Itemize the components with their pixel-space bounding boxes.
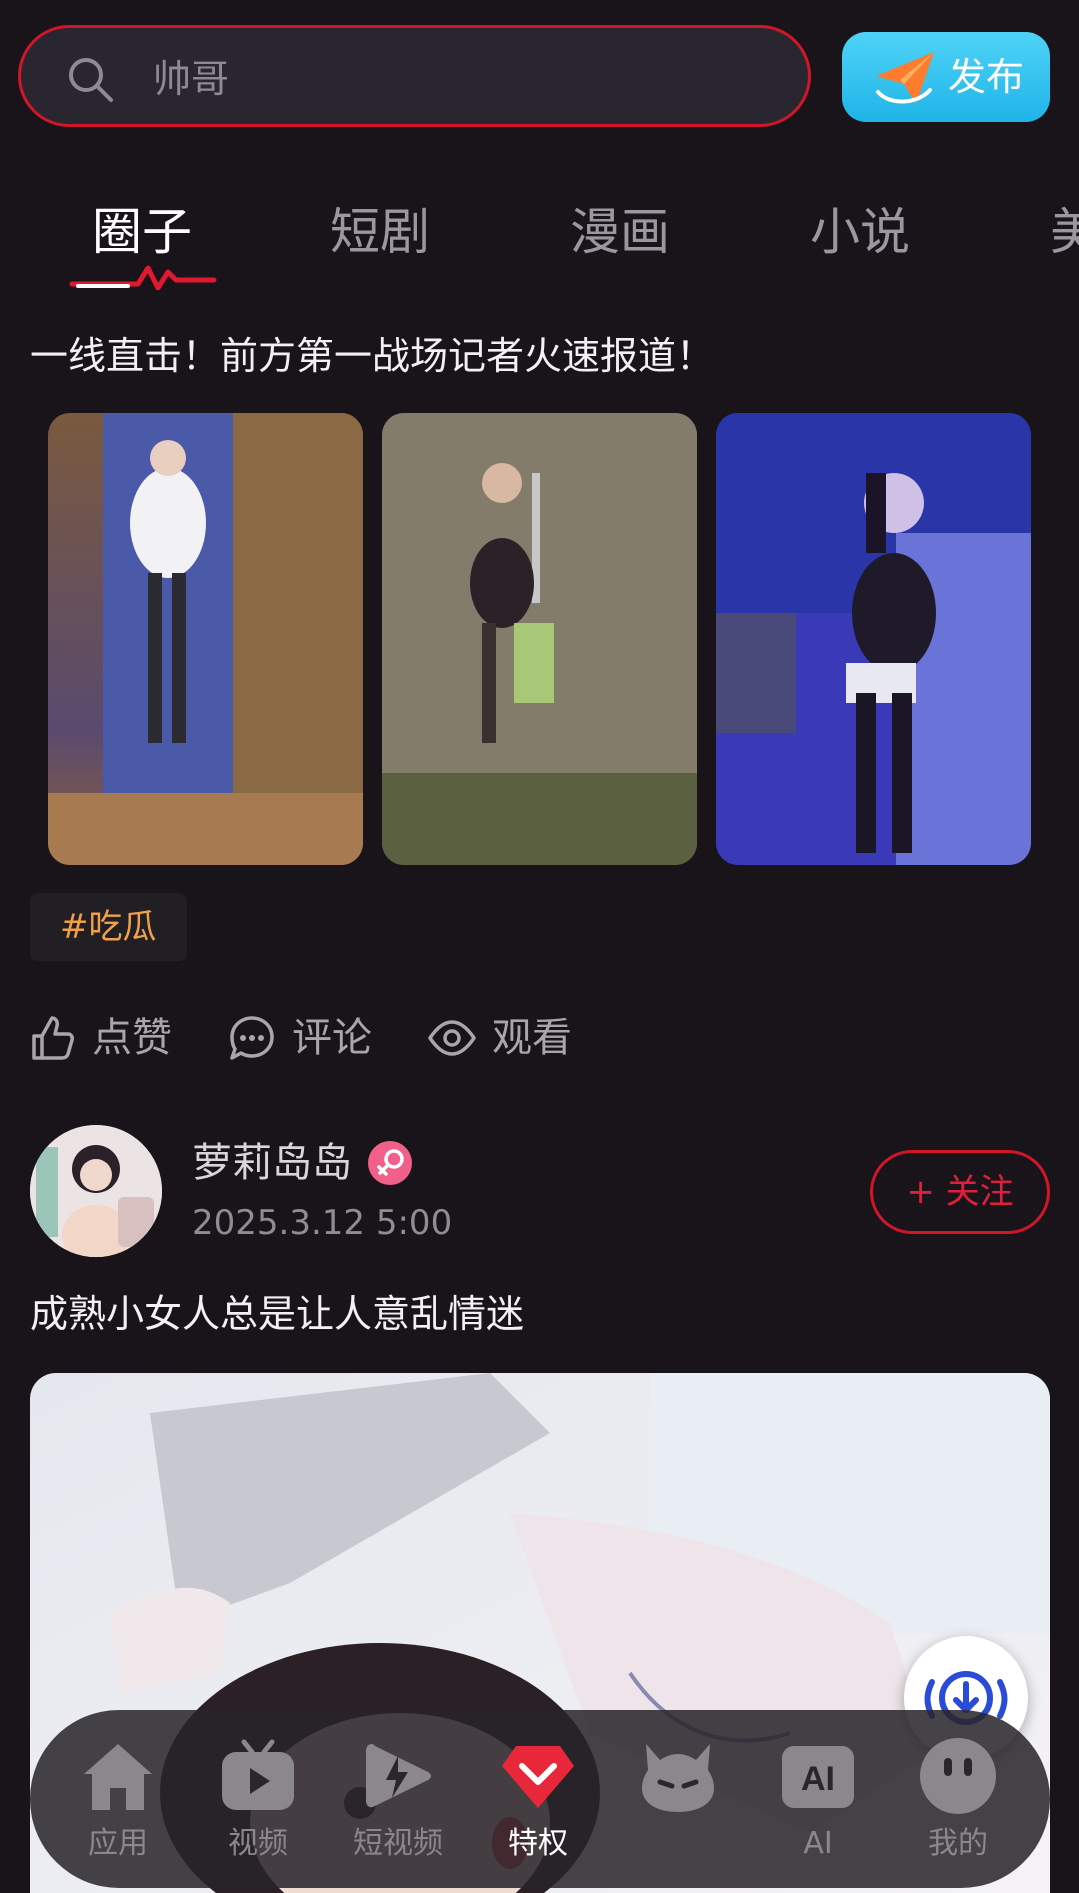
nav-label: 应用 [88,1826,148,1861]
nav-label: 我的 [928,1826,988,1861]
profile-icon [920,1738,996,1814]
tab-short-drama[interactable]: 短剧 [330,200,430,264]
paper-plane-icon [876,52,934,104]
nav-item-video[interactable]: 视频 [188,1710,328,1888]
post-text: 成熟小女人总是让人意乱情迷 [30,1292,525,1336]
search-bar[interactable]: 帅哥 [18,25,811,127]
tab-more[interactable]: 美 [1050,200,1079,264]
devil-icon [642,1744,714,1812]
nav-label: AI [803,1826,833,1861]
nav-item-devil[interactable] [608,1710,748,1888]
author-name[interactable]: 萝莉岛岛 [192,1135,352,1191]
avatar-image [30,1125,162,1257]
like-label: 点赞 [92,1015,172,1061]
post-text: 一线直击！前方第一战场记者火速报道！ [30,334,715,378]
eye-icon [428,1020,476,1056]
home-icon [84,1744,152,1810]
search-input[interactable]: 帅哥 [153,52,229,106]
publish-label: 发布 [948,55,1025,99]
tab-circle[interactable]: 圈子 [92,200,192,264]
post-timestamp: 2025.3.12 5:00 [192,1203,453,1243]
tv-icon [222,1739,294,1810]
tab-novels[interactable]: 小说 [810,200,910,264]
nav-item-privilege[interactable]: 特权 [468,1710,608,1888]
female-icon [368,1141,412,1185]
post-thumbnail[interactable] [48,413,363,865]
bottom-nav: 应用 视频 短视频 特权 AI AI 我的 [30,1710,1050,1888]
lightning-play-icon [366,1744,431,1808]
follow-button[interactable]: + 关注 [870,1150,1050,1234]
nav-item-ai[interactable]: AI AI [748,1710,888,1888]
post-thumbnail[interactable] [382,413,697,865]
search-icon [69,58,113,102]
comment-label: 评论 [292,1015,372,1061]
post-thumbnail[interactable] [716,413,1031,865]
nav-item-apps[interactable]: 应用 [48,1710,188,1888]
avatar[interactable] [30,1125,162,1257]
nav-label: 特权 [508,1826,568,1861]
thumbs-up-icon [32,1016,74,1060]
comment-bubble-icon [230,1016,274,1060]
hashtag[interactable]: #吃瓜 [30,893,187,961]
nav-item-short-video[interactable]: 短视频 [328,1710,468,1888]
nav-label: 短视频 [353,1826,443,1861]
diamond-icon [502,1746,574,1808]
ai-icon: AI [782,1746,854,1808]
nav-item-profile[interactable]: 我的 [888,1710,1028,1888]
view-label: 观看 [492,1015,572,1061]
publish-button[interactable]: 发布 [842,32,1050,122]
nav-label: 视频 [228,1826,288,1861]
svg-text:AI: AI [801,1760,835,1798]
tab-active-indicator [69,265,217,290]
tab-comics[interactable]: 漫画 [570,200,670,264]
category-tabs: 圈子 短剧 漫画 小说 美 [0,190,1079,290]
